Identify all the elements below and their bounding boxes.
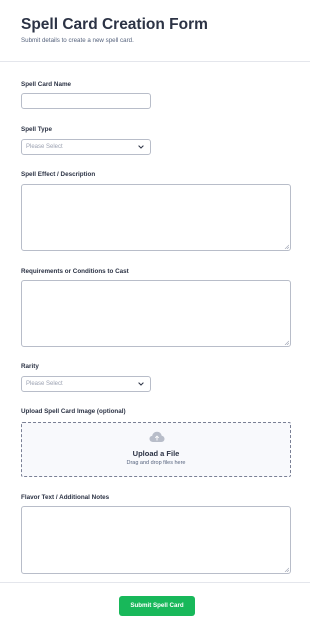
chevron-down-icon	[138, 145, 144, 149]
spell-effect-textarea[interactable]	[21, 184, 291, 251]
spell-name-label: Spell Card Name	[21, 81, 72, 88]
spell-effect-label: Spell Effect / Description	[21, 171, 96, 178]
upload-hint: Drag and drop files here	[126, 460, 186, 466]
flavor-textarea[interactable]	[21, 506, 291, 574]
cloud-upload-icon	[149, 431, 165, 442]
requirements-textarea[interactable]	[21, 280, 291, 347]
chevron-down-icon	[138, 382, 144, 386]
spell-type-select[interactable]: Please Select	[21, 139, 151, 155]
upload-label: Upload Spell Card Image (optional)	[21, 408, 126, 415]
rarity-label: Rarity	[21, 363, 39, 370]
page-subtitle: Submit details to create a new spell car…	[21, 37, 134, 44]
file-upload-dropzone[interactable]: Upload a File Drag and drop files here	[21, 422, 291, 477]
resize-handle-icon[interactable]	[284, 244, 289, 249]
spell-type-selected: Please Select	[26, 144, 63, 150]
spell-name-input[interactable]	[21, 93, 151, 109]
upload-title: Upload a File	[132, 449, 180, 458]
flavor-label: Flavor Text / Additional Notes	[21, 494, 110, 501]
form-footer: Submit Spell Card	[0, 582, 310, 632]
resize-handle-icon[interactable]	[284, 340, 289, 345]
page-title: Spell Card Creation Form	[21, 16, 208, 33]
requirements-label: Requirements or Conditions to Cast	[21, 268, 129, 275]
resize-handle-icon[interactable]	[284, 567, 289, 572]
rarity-select[interactable]: Please Select	[21, 376, 151, 392]
rarity-selected: Please Select	[26, 381, 63, 387]
form-header: Spell Card Creation Form Submit details …	[0, 0, 310, 62]
submit-button[interactable]: Submit Spell Card	[119, 596, 195, 616]
spell-type-label: Spell Type	[21, 126, 53, 133]
